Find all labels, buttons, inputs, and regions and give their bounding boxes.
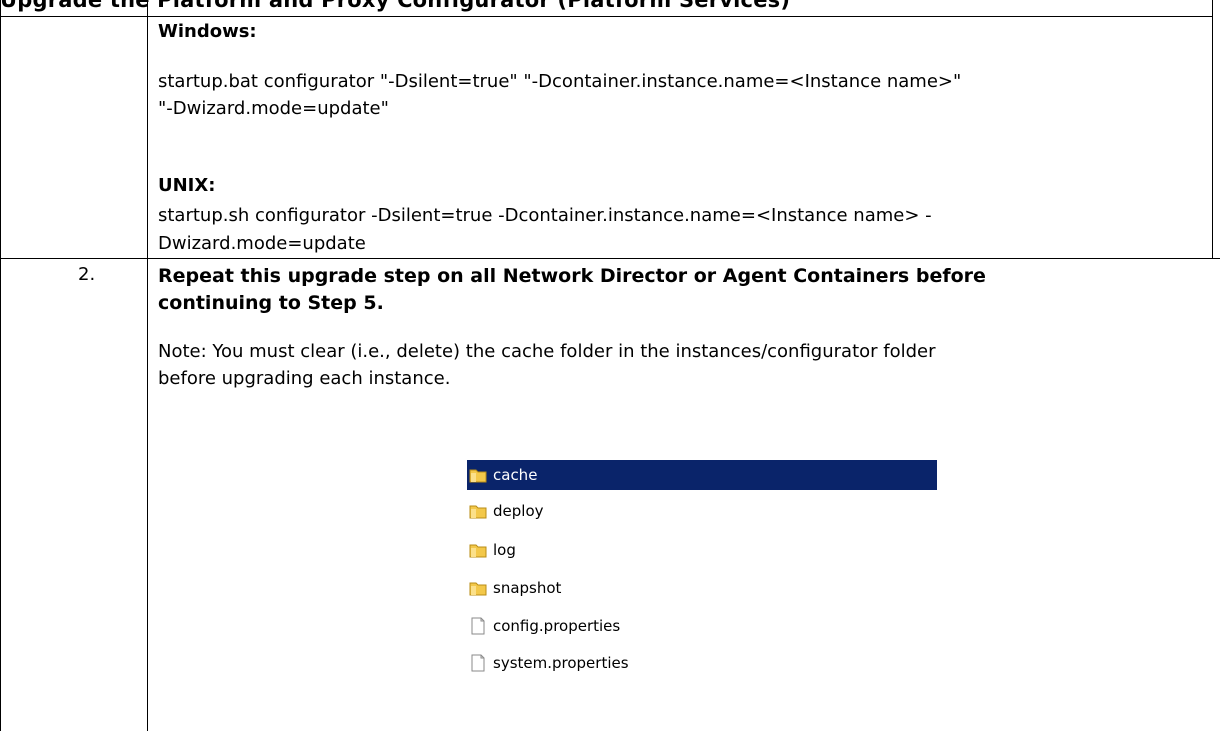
file-list-item-cache[interactable]: cache [467,460,937,490]
windows-command-line-2: "-Dwizard.mode=update" [158,98,389,119]
table-right-border [1212,0,1213,258]
windows-command-line-1: startup.bat configurator "-Dsilent=true"… [158,71,962,92]
file-list-item-config-properties[interactable]: config.properties [467,611,937,641]
file-list-item-deploy[interactable]: deploy [467,496,937,526]
unix-command-line-2: Dwizard.mode=update [158,233,366,254]
file-icon [471,617,485,635]
table-column-divider [147,0,148,731]
unix-command-line-1: startup.sh configurator -Dsilent=true -D… [158,205,932,226]
table-row-divider [0,258,1220,259]
step-number: 2. [78,264,96,285]
file-list-item-label: deploy [493,502,544,520]
table-top-border [0,16,1213,17]
file-list-item-label: config.properties [493,617,621,635]
file-list-item-label: snapshot [493,579,562,597]
file-list-item-label: system.properties [493,654,629,672]
file-list-item-log[interactable]: log [467,535,937,565]
folder-listing-screenshot: cache deploy log snapshot config.propert… [467,460,937,722]
table-left-border [0,0,1,731]
folder-icon [469,469,487,483]
windows-label: Windows: [158,21,257,42]
file-list-item-label: cache [493,466,538,484]
note-line-1: Note: You must clear (i.e., delete) the … [158,341,936,362]
file-icon [471,654,485,672]
file-list-item-system-properties[interactable]: system.properties [467,648,937,678]
folder-icon [469,505,487,519]
unix-label: UNIX: [158,175,216,196]
folder-icon [469,544,487,558]
step-title-line-1: Repeat this upgrade step on all Network … [158,265,986,287]
step-title-line-2: continuing to Step 5. [158,292,384,314]
file-list-item-label: log [493,541,516,559]
file-list-item-snapshot[interactable]: snapshot [467,573,937,603]
note-line-2: before upgrading each instance. [158,368,451,389]
folder-icon [469,582,487,596]
